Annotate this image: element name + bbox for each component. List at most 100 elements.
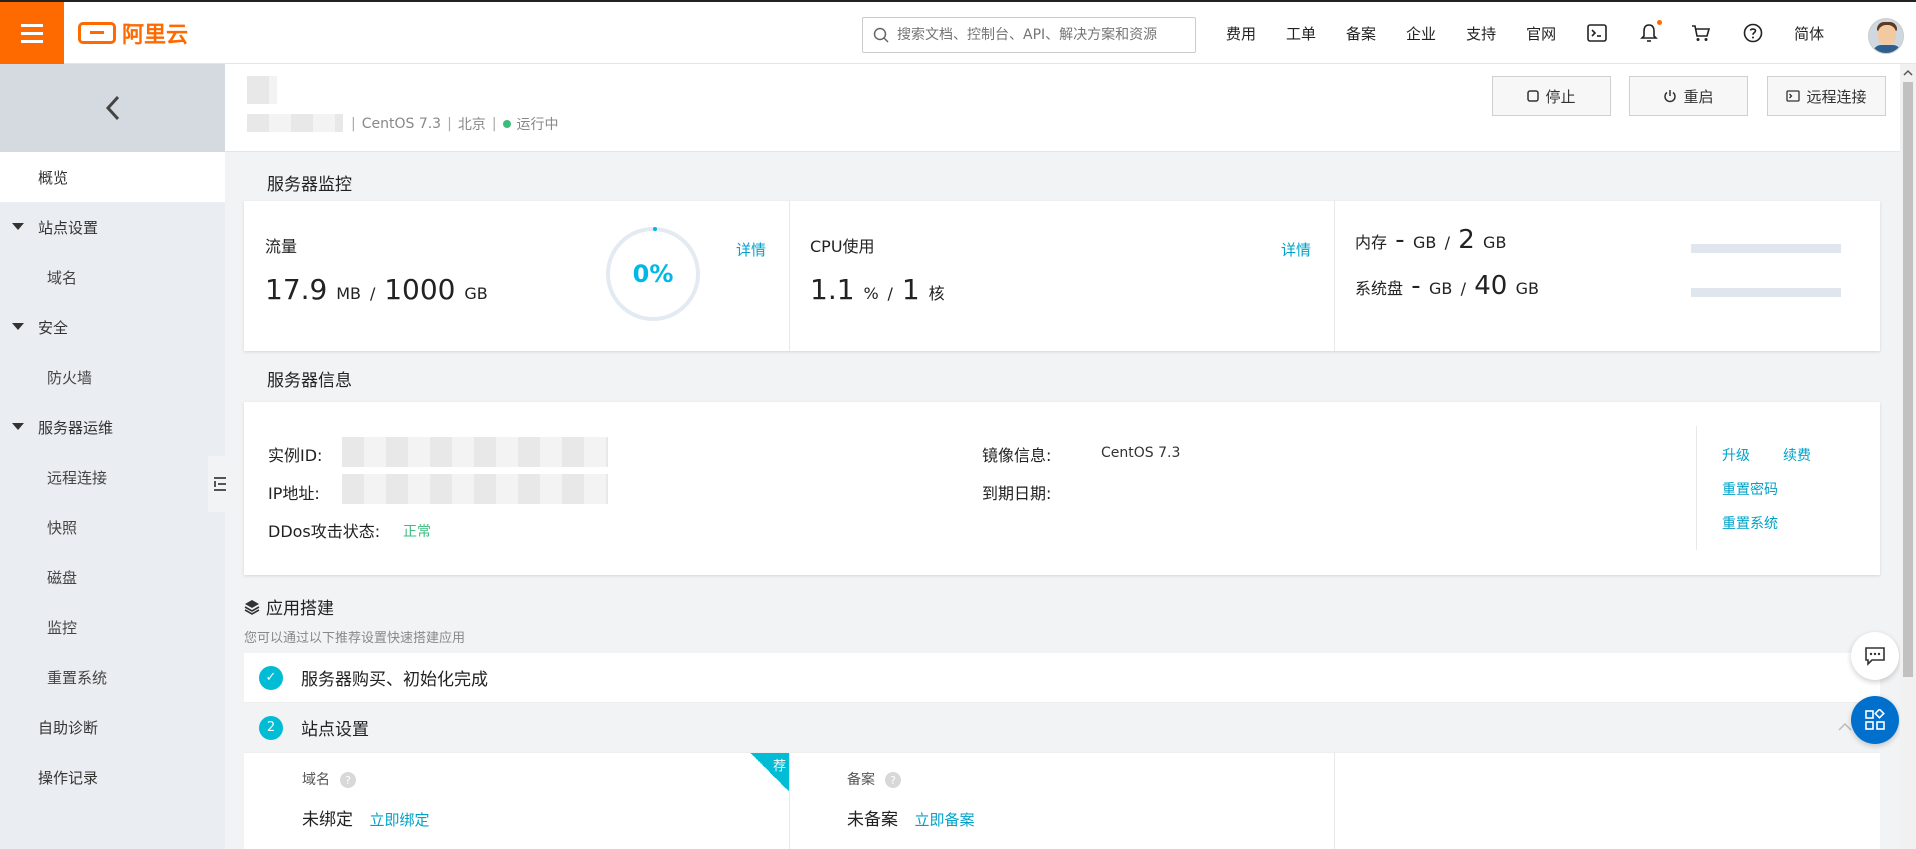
- nav-support[interactable]: 支持: [1466, 23, 1496, 44]
- instance-meta: | CentOS 7.3 | 北京 | 运行中: [351, 116, 559, 133]
- instance-id-value-redacted: [342, 437, 608, 467]
- sidebar: 概览 站点设置 域名 安全 防火墙 服务器运维 远程连接 快照 磁盘 监控 重置…: [0, 64, 225, 849]
- step-server-purchase[interactable]: ✓ 服务器购买、初始化完成: [244, 653, 1880, 703]
- terminal-icon[interactable]: [1586, 22, 1608, 44]
- sidebar-item-snapshot[interactable]: 快照: [0, 502, 225, 552]
- cpu-detail-link[interactable]: 详情: [1281, 239, 1311, 260]
- caret-down-icon: [12, 323, 24, 330]
- language-switch[interactable]: 简体: [1794, 23, 1824, 44]
- nav-beian[interactable]: 备案: [1346, 23, 1376, 44]
- help-icon[interactable]: ?: [340, 772, 356, 788]
- sidebar-item-disk[interactable]: 磁盘: [0, 552, 225, 602]
- help-icon[interactable]: ?: [885, 772, 901, 788]
- beian-block: 备案?: [847, 769, 901, 789]
- nav-official-site[interactable]: 官网: [1526, 23, 1556, 44]
- sidebar-collapse-button[interactable]: [0, 64, 225, 152]
- instance-name-redacted: [247, 76, 277, 104]
- nav-enterprise[interactable]: 企业: [1406, 23, 1436, 44]
- chevron-up-icon: [1838, 723, 1852, 731]
- restart-button[interactable]: 重启: [1629, 76, 1748, 116]
- notification-dot: [1657, 20, 1663, 25]
- cpu-value: 1.1 % / 1 核: [810, 273, 945, 306]
- disk-usage-bar: [1691, 288, 1841, 297]
- search-icon: [873, 27, 889, 43]
- memory-value: 内存 - GB / 2 GB: [1355, 225, 1507, 255]
- reset-system-link[interactable]: 重置系统: [1722, 513, 1778, 533]
- apps-button[interactable]: [1851, 696, 1899, 744]
- sidebar-item-self-diagnosis[interactable]: 自助诊断: [0, 702, 225, 752]
- region-label: 北京: [457, 117, 486, 133]
- status-dot: [502, 120, 511, 128]
- app-section-subtitle: 您可以通过以下推荐设置快速搭建应用: [244, 631, 466, 646]
- sidebar-item-domain[interactable]: 域名: [0, 252, 225, 302]
- reset-password-link[interactable]: 重置密码: [1722, 479, 1778, 499]
- upgrade-link[interactable]: 升级: [1722, 445, 1750, 465]
- domain-status: 未绑定: [302, 810, 353, 830]
- bind-domain-link[interactable]: 立即绑定: [369, 811, 429, 829]
- sidebar-group-site-settings[interactable]: 站点设置: [0, 202, 225, 252]
- search-input[interactable]: [897, 27, 1187, 43]
- power-icon: [1663, 89, 1677, 103]
- domain-label: 域名: [302, 772, 330, 788]
- renew-link[interactable]: 续费: [1783, 445, 1811, 465]
- avatar[interactable]: [1868, 18, 1904, 54]
- monitor-section-title: 服务器监控: [267, 175, 352, 195]
- expire-label: 到期日期:: [982, 484, 1052, 503]
- traffic-gauge: 0%: [606, 227, 700, 321]
- sidebar-item-operation-log[interactable]: 操作记录: [0, 752, 225, 802]
- step-site-settings[interactable]: 2 站点设置: [244, 703, 1880, 753]
- apps-grid-icon: [1865, 709, 1885, 730]
- menu-icon[interactable]: [0, 2, 64, 64]
- traffic-label: 流量: [265, 237, 298, 256]
- chevron-left-icon: [105, 95, 119, 121]
- scroll-up-icon[interactable]: [1900, 66, 1916, 80]
- site-settings-panel: 域名? 未绑定 立即绑定 荐 备案? 未备案 立即备案: [244, 753, 1880, 849]
- scrollbar-thumb[interactable]: [1903, 82, 1913, 677]
- sidebar-group-security[interactable]: 安全: [0, 302, 225, 352]
- sidebar-item-reset-system[interactable]: 重置系统: [0, 652, 225, 702]
- nav-ticket[interactable]: 工单: [1286, 23, 1316, 44]
- nav-fees[interactable]: 费用: [1226, 23, 1256, 44]
- remote-connect-button[interactable]: 远程连接: [1767, 76, 1886, 116]
- layers-icon: [244, 599, 260, 615]
- sidebar-item-overview[interactable]: 概览: [0, 152, 225, 202]
- cart-icon[interactable]: [1690, 22, 1712, 44]
- search-box[interactable]: [862, 17, 1196, 53]
- list-collapse-icon: [214, 477, 226, 491]
- app-section-title: 应用搭建: [266, 599, 334, 619]
- divider: [789, 201, 790, 351]
- logo-text: 阿里云: [122, 23, 189, 48]
- ip-label: IP地址:: [268, 484, 320, 503]
- chat-button[interactable]: [1851, 632, 1899, 680]
- memory-usage-bar: [1691, 244, 1841, 253]
- check-icon: ✓: [259, 665, 283, 690]
- divider: [1696, 426, 1697, 550]
- vertical-scrollbar[interactable]: [1900, 64, 1916, 849]
- instance-id-redacted: [247, 114, 343, 132]
- sidebar-item-remote-connect[interactable]: 远程连接: [0, 452, 225, 502]
- traffic-detail-link[interactable]: 详情: [736, 239, 766, 260]
- beian-now-link[interactable]: 立即备案: [914, 811, 974, 829]
- sidebar-item-monitor[interactable]: 监控: [0, 602, 225, 652]
- app-section-header: 应用搭建: [244, 594, 334, 619]
- aliyun-logo[interactable]: 阿里云: [78, 18, 188, 48]
- bell-icon[interactable]: [1638, 20, 1663, 44]
- ip-value-redacted: [342, 474, 608, 504]
- sidebar-group-server-ops[interactable]: 服务器运维: [0, 402, 225, 452]
- sidebar-toggle-handle[interactable]: [208, 456, 232, 512]
- divider: [789, 753, 790, 849]
- info-section-title: 服务器信息: [267, 371, 352, 391]
- chat-icon: [1865, 647, 1885, 666]
- help-icon[interactable]: [1742, 22, 1764, 44]
- disk-value: 系统盘 - GB / 40 GB: [1355, 271, 1539, 301]
- caret-down-icon: [12, 423, 24, 430]
- recommend-tag: 荐: [750, 753, 789, 791]
- step-number: 2: [259, 715, 283, 740]
- top-nav: 费用 工单 备案 企业 支持 官网 简体: [1226, 2, 1854, 64]
- monitor-card: 流量 17.9 MB / 1000 GB 0% 详情 CPU使用 1.1 % /…: [244, 201, 1880, 351]
- stop-button[interactable]: 停止: [1492, 76, 1611, 116]
- sidebar-item-firewall[interactable]: 防火墙: [0, 352, 225, 402]
- divider: [1334, 753, 1335, 849]
- top-bar: 阿里云 费用 工单 备案 企业 支持 官网 简体: [0, 0, 1916, 64]
- os-label: CentOS 7.3: [361, 116, 442, 132]
